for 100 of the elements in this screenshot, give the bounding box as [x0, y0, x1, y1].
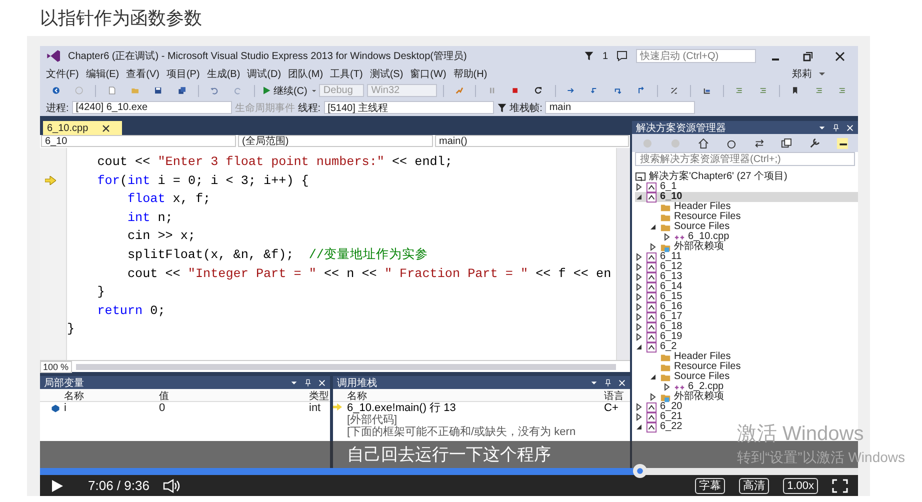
tree-item[interactable]: Resource Files [635, 212, 741, 222]
tree-item[interactable]: Header Files [635, 352, 731, 362]
dropdown-arrow-icon [590, 378, 598, 386]
navigation-dropdown[interactable]: main() [435, 135, 629, 147]
project-icon [646, 302, 657, 312]
quick-launch-field[interactable]: 快速启动 (Ctrl+Q) [636, 49, 756, 63]
tree-item[interactable]: 6_21 [635, 412, 682, 422]
search-field[interactable]: 搜索解决方案资源管理器(Ctrl+;) [635, 152, 855, 166]
thread-dropdown[interactable]: [5140] 主线程 [324, 101, 494, 114]
expander-icon[interactable] [635, 323, 643, 331]
expander-icon[interactable] [635, 183, 643, 191]
notification-count[interactable]: 1 [602, 50, 608, 62]
user-name[interactable]: 郑莉 [792, 67, 812, 81]
player-button[interactable]: 1.00x [783, 478, 818, 494]
process-label: 进程: [46, 102, 69, 114]
expander-icon[interactable] [649, 243, 657, 251]
tree-item[interactable]: 6_11 [635, 252, 682, 262]
stack-frame-dropdown[interactable]: main [545, 101, 696, 114]
expander-icon[interactable] [649, 223, 657, 231]
menu-item[interactable]: 帮助(H) [453, 67, 488, 81]
expander-icon[interactable] [635, 283, 643, 291]
code-line: int n; [126, 210, 174, 227]
navigation-dropdown[interactable]: (全局范围) [238, 135, 433, 147]
tree-item[interactable]: Source Files [635, 222, 730, 232]
expander-icon[interactable] [635, 333, 643, 341]
menu-item[interactable]: 项目(P) [166, 67, 200, 81]
column-header[interactable]: 语言 [600, 389, 630, 403]
expander-icon[interactable] [635, 263, 643, 271]
tree-item[interactable]: 6_16 [635, 302, 682, 312]
tree-item[interactable]: 6_17 [635, 312, 682, 322]
navigation-dropdown[interactable]: 6_10 [41, 135, 236, 147]
document-tab[interactable]: 6_10.cpp [43, 121, 122, 135]
player-button[interactable]: 字幕 [695, 478, 726, 494]
project-icon [646, 192, 657, 202]
code-line: cout << "Enter 3 float point numbers:" << endl; [96, 154, 454, 171]
menu-item[interactable]: 调试(D) [247, 67, 282, 81]
menu-item[interactable]: 窗口(W) [410, 67, 446, 81]
expander-icon[interactable] [663, 383, 671, 391]
tree-item[interactable]: 6_14 [635, 282, 682, 292]
expander-icon[interactable] [635, 423, 643, 431]
tree-item[interactable]: 6_18 [635, 322, 682, 332]
zoom-dropdown[interactable]: 100 % [40, 360, 72, 372]
expander-icon[interactable] [635, 293, 643, 301]
tree-item[interactable]: 6_2.cpp [635, 382, 724, 392]
menu-item[interactable]: 查看(V) [126, 67, 160, 81]
dropdown-arrow-icon[interactable] [312, 88, 316, 94]
tree-item[interactable]: 6_10 [635, 192, 858, 202]
column-header[interactable]: 名称 [60, 389, 155, 403]
tree-item[interactable]: 6_2 [635, 342, 677, 352]
expander-icon[interactable] [635, 313, 643, 321]
player-button[interactable]: 高清 [739, 478, 770, 494]
close-icon [318, 378, 326, 386]
column-header[interactable]: 类型 [305, 389, 330, 403]
expander-icon[interactable] [635, 403, 643, 411]
tree-item[interactable]: 6_10.cpp [635, 232, 730, 242]
menu-item[interactable]: 团队(M) [288, 67, 324, 81]
expander-icon[interactable] [635, 343, 643, 351]
pin-icon [832, 124, 840, 132]
tree-item[interactable]: Source Files [635, 372, 730, 382]
expander-icon[interactable] [635, 253, 643, 261]
filter-icon [584, 51, 594, 61]
expander-icon[interactable] [649, 373, 657, 381]
expander-icon[interactable] [635, 193, 643, 201]
column-header[interactable]: 值 [155, 389, 305, 403]
menu-item[interactable]: 生成(B) [206, 67, 240, 81]
tree-item[interactable]: 外部依赖项 [635, 392, 724, 402]
menu-item[interactable]: 文件(F) [46, 67, 79, 81]
expander-icon[interactable] [663, 233, 671, 241]
table-cell-text: [外部代码] [346, 414, 398, 426]
dropdown-arrow-icon[interactable] [819, 71, 825, 77]
code-line: float x, f; [126, 191, 212, 208]
code-line: return 0; [96, 302, 166, 320]
tree-item[interactable]: 6_19 [635, 332, 682, 342]
close-icon [846, 124, 854, 132]
tree-item[interactable]: 外部依赖项 [635, 242, 724, 252]
tree-item[interactable]: Header Files [635, 202, 731, 212]
scrollbar[interactable] [76, 364, 616, 370]
expander-icon[interactable] [649, 393, 657, 401]
scrollbar[interactable] [616, 148, 630, 360]
column-header[interactable]: 名称 [343, 389, 600, 403]
tree-item[interactable]: 6_12 [635, 262, 682, 272]
expander-icon[interactable] [635, 303, 643, 311]
fullscreen-icon[interactable] [832, 478, 848, 492]
table-cell-text: int [308, 402, 322, 414]
tree-item[interactable]: 6_13 [635, 272, 682, 282]
expander-icon[interactable] [635, 273, 643, 281]
play-icon[interactable] [50, 478, 64, 492]
tree-item[interactable]: 6_15 [635, 292, 682, 302]
volume-icon[interactable] [163, 478, 182, 492]
tree-item[interactable]: Resource Files [635, 362, 741, 372]
expander-icon[interactable] [635, 413, 643, 421]
tree-item[interactable]: 6_1 [635, 182, 677, 192]
menu-item[interactable]: 工具(T) [330, 67, 363, 81]
solution-item[interactable]: 解决方案'Chapter6' (27 个项目) [635, 172, 788, 182]
menu-item[interactable]: 编辑(E) [86, 67, 120, 81]
menu-item[interactable]: 测试(S) [370, 67, 404, 81]
tree-item[interactable]: 6_20 [635, 402, 682, 412]
tree-item[interactable]: 6_22 [635, 422, 682, 432]
process-dropdown[interactable]: [4240] 6_10.exe [72, 101, 232, 114]
continue-button[interactable]: 继续(C) [260, 84, 310, 98]
